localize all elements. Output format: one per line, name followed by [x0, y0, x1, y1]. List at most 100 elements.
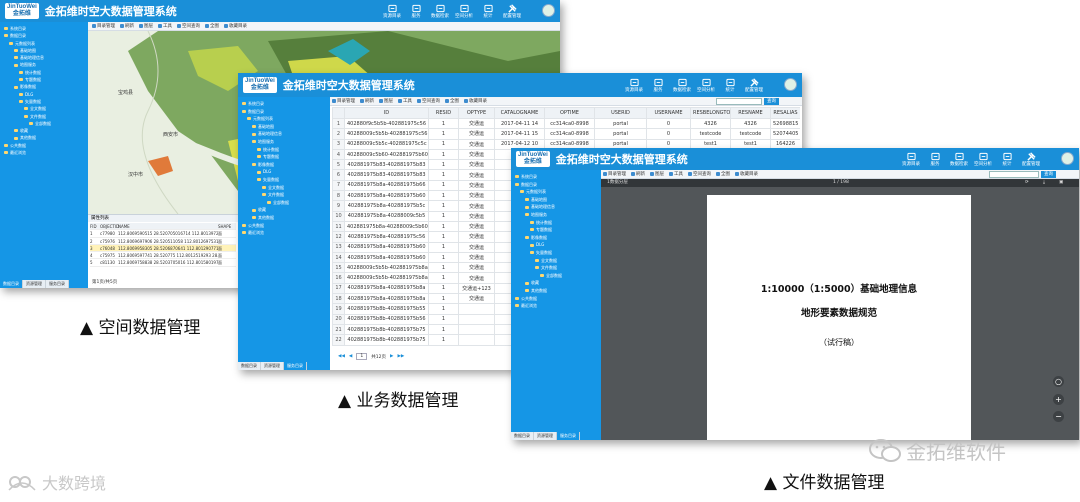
tree-node[interactable]: 数据目录 [511, 181, 601, 189]
tree-node[interactable]: 公共数据 [238, 222, 330, 230]
column-header[interactable]: OPTIME [544, 107, 595, 119]
sidebar-tab-1[interactable]: 数据目录 [511, 432, 534, 440]
nav-item-2[interactable]: 服务 [923, 148, 947, 170]
tree-node[interactable]: 最近浏览 [0, 149, 88, 156]
tree-node[interactable]: 收藏 [511, 279, 601, 287]
toolbar-item-4[interactable]: 工具 [158, 23, 172, 29]
nav-item-2[interactable]: 服务 [404, 0, 428, 22]
tree-node[interactable]: 元数据列表 [511, 188, 601, 196]
sidebar-tab-3[interactable]: 服务目录 [284, 362, 307, 370]
search-input[interactable] [716, 98, 762, 105]
column-header[interactable]: ID [344, 107, 429, 119]
toolbar-item-2[interactable]: 刷新 [631, 171, 645, 177]
toolbar-item-5[interactable]: 空间查询 [688, 171, 711, 177]
table-row[interactable]: 1 c77980 112.8069590515 28.520705016714 11… [90, 230, 236, 238]
toolbar-item-6[interactable]: 全图 [205, 23, 219, 29]
nav-item-2[interactable]: 服务 [646, 73, 670, 97]
nav-item-4[interactable]: 空间分析 [971, 148, 995, 170]
table-row[interactable]: 2 40288009c5b5b-402881975c56 1 交通运 2017-04-1… [332, 128, 800, 140]
tree-node[interactable]: 基础地图 [511, 196, 601, 204]
zoom-in-button[interactable]: + [1053, 394, 1064, 405]
search-input[interactable] [989, 171, 1039, 178]
table-row[interactable]: 4 c75975 112.8069597741 28.520775 112.8012… [90, 252, 236, 260]
column-header[interactable]: USERID [594, 107, 647, 119]
tree-node-root[interactable]: 系统目录 [511, 173, 601, 181]
tree-node[interactable]: 专题数据 [0, 76, 88, 83]
print-icon[interactable]: ▣ [1059, 179, 1063, 187]
column-header[interactable]: USERNAME [646, 107, 691, 119]
tree-node[interactable]: 地图服务 [0, 61, 88, 68]
tree-node[interactable]: 文件数据 [238, 191, 330, 199]
toolbar-item-1[interactable]: 目录管理 [92, 23, 115, 29]
column-header[interactable]: RESBELONGTO [690, 107, 731, 119]
tree-node[interactable]: 全部数据 [0, 120, 88, 127]
nav-item-6[interactable]: 配置管理 [500, 0, 524, 22]
tree-node[interactable]: 全文数据 [0, 105, 88, 112]
tree-node[interactable]: 统计数据 [238, 146, 330, 154]
toolbar-item-4[interactable]: 工具 [398, 98, 412, 104]
tree-node[interactable]: 收藏 [0, 127, 88, 134]
tree-node[interactable]: 统计数据 [511, 219, 601, 227]
tree-node[interactable]: DLG [511, 241, 601, 249]
nav-item-5[interactable]: 统计 [476, 0, 500, 22]
sidebar-tab-1[interactable]: 数据目录 [238, 362, 261, 370]
toolbar-item-6[interactable]: 全图 [716, 171, 730, 177]
toolbar-item-4[interactable]: 工具 [669, 171, 683, 177]
tree-node[interactable]: 全部数据 [511, 272, 601, 280]
rotate-icon[interactable]: ⟳ [1025, 179, 1029, 187]
toolbar-item-3[interactable]: 图层 [139, 23, 153, 29]
nav-item-3[interactable]: 数据检索 [670, 73, 694, 97]
sidebar-tab-3[interactable]: 服务目录 [557, 432, 580, 440]
tree-node[interactable]: 影像数据 [511, 234, 601, 242]
column-header[interactable]: RESALIAS [770, 107, 800, 119]
nav-item-5[interactable]: 统计 [718, 73, 742, 97]
nav-item-3[interactable]: 数据检索 [947, 148, 971, 170]
tree-node[interactable]: 基础地图 [0, 47, 88, 54]
table-row[interactable]: 3 c76048 112.8069958305 28.5206870641 112.… [90, 244, 236, 253]
tree-node[interactable]: 最近浏览 [238, 229, 330, 237]
tree-node[interactable]: 文件数据 [511, 264, 601, 272]
nav-item-5[interactable]: 统计 [995, 148, 1019, 170]
toolbar-item-7[interactable]: 收藏目录 [735, 171, 758, 177]
column-header[interactable]: RESID [428, 107, 459, 119]
user-avatar[interactable] [542, 4, 555, 17]
tree-node[interactable]: 全部数据 [238, 199, 330, 207]
tree-node[interactable]: 矢量数据 [0, 98, 88, 105]
nav-item-6[interactable]: 配置管理 [1019, 148, 1043, 170]
sidebar-tab-2[interactable]: 资源管理 [23, 280, 46, 288]
tree-node[interactable]: 数据目录 [0, 32, 88, 39]
search-button[interactable]: 查询 [1041, 171, 1056, 178]
tree-node[interactable]: 地图服务 [511, 211, 601, 219]
zoom-out-button[interactable]: − [1053, 411, 1064, 422]
column-header[interactable]: OPTYPE [458, 107, 495, 119]
toolbar-item-7[interactable]: 收藏目录 [464, 98, 487, 104]
tree-node[interactable]: 最近浏览 [511, 302, 601, 310]
tree-node[interactable]: 基础地理信息 [0, 54, 88, 61]
pdf-viewer[interactable]: 1数据分层 1 / 198 ⟳ ⤓ ▣ 1:10000（1:5000）基础地理信… [601, 179, 1079, 440]
toolbar-item-5[interactable]: 空间查询 [417, 98, 440, 104]
sidebar-tab-2[interactable]: 资源管理 [261, 362, 284, 370]
tree-node[interactable]: 矢量数据 [238, 176, 330, 184]
nav-item-3[interactable]: 数据检索 [428, 0, 452, 22]
column-header[interactable]: CATALOGNAME [494, 107, 545, 119]
toolbar-item-3[interactable]: 图层 [379, 98, 393, 104]
tree-node[interactable]: 公共数据 [0, 142, 88, 149]
column-header[interactable]: RESNAME [730, 107, 771, 119]
tree-node[interactable]: DLG [238, 168, 330, 176]
tree-node[interactable]: 专题数据 [511, 226, 601, 234]
tree-node[interactable]: 统计数据 [0, 69, 88, 76]
last-page-button[interactable]: ▶▶ [397, 354, 404, 359]
tree-node[interactable]: 基础地图 [238, 123, 330, 131]
tree-node-root[interactable]: 系统目录 [0, 25, 88, 32]
toolbar-item-1[interactable]: 目录管理 [603, 171, 626, 177]
tree-node[interactable]: 全文数据 [511, 257, 601, 265]
page-number-input[interactable]: 1 [356, 353, 368, 360]
tree-node[interactable]: 公共数据 [511, 295, 601, 303]
download-icon[interactable]: ⤓ [1043, 179, 1045, 187]
tree-node[interactable]: 元数据列表 [0, 40, 88, 47]
nav-item-4[interactable]: 空间分析 [452, 0, 476, 22]
toolbar-item-3[interactable]: 图层 [650, 171, 664, 177]
tree-node[interactable]: 基础地理信息 [511, 203, 601, 211]
toolbar-item-2[interactable]: 刷新 [120, 23, 134, 29]
nav-item-1[interactable]: 资源目录 [622, 73, 646, 97]
